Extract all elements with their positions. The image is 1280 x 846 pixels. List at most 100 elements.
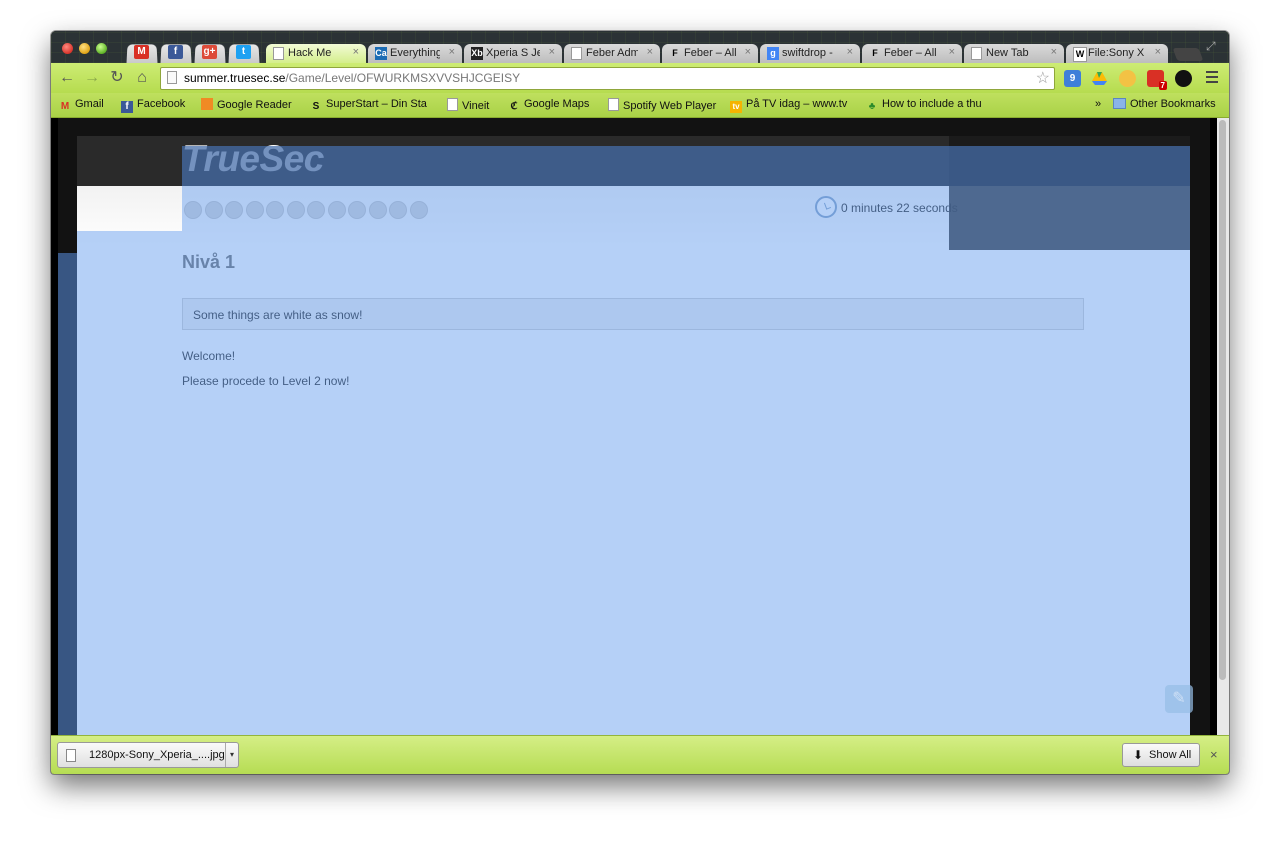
bookmark-google-reader[interactable]: Google Reader xyxy=(201,98,292,111)
close-tab-icon[interactable]: × xyxy=(647,46,653,58)
address-url: summer.truesec.se/Game/Level/OFWURKMSXVV… xyxy=(184,71,521,85)
close-downloads-bar-icon[interactable]: × xyxy=(1210,747,1218,762)
level-title: Nivå 1 xyxy=(182,252,236,272)
bookmark-how-to-include[interactable]: ♣ How to include a thu xyxy=(866,98,991,113)
bookmark-vineit[interactable]: Vineit xyxy=(447,98,489,112)
feber-icon: F xyxy=(672,48,678,58)
forward-icon[interactable]: → xyxy=(83,69,101,87)
vertical-scrollbar[interactable] xyxy=(1217,118,1229,735)
extension-face-icon[interactable] xyxy=(1119,70,1136,87)
level-progress-dot xyxy=(409,201,428,219)
tab-xperia[interactable]: Xb Xperia S Je × xyxy=(464,44,562,63)
maps-icon: ℭ xyxy=(510,101,518,112)
reload-icon[interactable]: ↻ xyxy=(108,69,126,87)
level-progress-dot xyxy=(245,201,264,219)
tab-file-sony[interactable]: W File:Sony X × xyxy=(1066,44,1168,63)
zoom-window-button[interactable] xyxy=(96,43,107,54)
rss-icon xyxy=(201,98,213,110)
tab-label: swiftdrop - xyxy=(782,47,833,59)
gmail-checker-icon[interactable]: 7 xyxy=(1147,70,1167,90)
go-now-link[interactable]: Go now! xyxy=(182,412,227,426)
clock-icon xyxy=(815,196,837,218)
address-bar[interactable]: summer.truesec.se/Game/Level/OFWURKMSXVV… xyxy=(160,67,1055,90)
close-tab-icon[interactable]: × xyxy=(949,46,955,58)
web-content: TrueSec 0 minutes 22 seconds Nivå 1 Some… xyxy=(51,118,1229,735)
image-file-icon xyxy=(66,749,76,762)
extension-silhouette-icon[interactable] xyxy=(1175,70,1192,87)
close-tab-icon[interactable]: × xyxy=(1155,46,1161,58)
download-menu-chevron-icon[interactable]: ▾ xyxy=(225,743,238,767)
scrollbar-thumb[interactable] xyxy=(1219,120,1226,680)
folder-icon xyxy=(1113,98,1126,109)
level-progress-dot xyxy=(368,201,387,219)
tab-label: Feber Adm xyxy=(586,47,638,59)
bookmark-facebook[interactable]: f Facebook xyxy=(121,98,185,113)
level-progress xyxy=(184,201,430,221)
wikipedia-icon: W xyxy=(1073,47,1087,62)
browser-window: M f g+ t Hack Me × Ca Everything × Xb Xp… xyxy=(51,31,1229,774)
close-tab-icon[interactable]: × xyxy=(1051,46,1057,58)
tv-icon: tv xyxy=(730,101,742,113)
facebook-icon: f xyxy=(121,101,133,113)
proceed-text: Please procede to Level 2 now! xyxy=(182,374,350,388)
download-item[interactable]: 1280px-Sony_Xperia_....jpg ▾ xyxy=(57,742,239,768)
tab-label: Hack Me xyxy=(288,47,332,59)
tab-feber-all[interactable]: F Feber – All × xyxy=(662,44,758,63)
page-icon xyxy=(273,47,284,60)
feedback-icon[interactable]: ✎ xyxy=(1165,685,1193,713)
level-progress-dot xyxy=(225,201,243,219)
level-progress-dot xyxy=(184,201,202,219)
close-tab-icon[interactable]: × xyxy=(549,46,555,58)
bookmarks-overflow-chevron[interactable]: » xyxy=(1095,98,1101,110)
level-progress-dot xyxy=(266,201,284,219)
tab-feber-all-2[interactable]: F Feber – All × xyxy=(862,44,962,63)
bookmark-other-bookmarks[interactable]: Other Bookmarks xyxy=(1113,98,1216,110)
close-tab-icon[interactable]: × xyxy=(353,46,359,58)
mail-badge: 7 xyxy=(1158,81,1167,90)
twitter-icon: t xyxy=(236,45,251,59)
google-plus-icon: g+ xyxy=(202,45,217,59)
timer-text: 0 minutes 22 seconds xyxy=(841,201,958,215)
new-tab-button[interactable] xyxy=(1172,48,1204,61)
page-icon xyxy=(167,71,177,84)
fullscreen-icon[interactable]: ⤢ xyxy=(1206,39,1216,54)
tab-new-tab[interactable]: New Tab × xyxy=(964,44,1064,63)
close-tab-icon[interactable]: × xyxy=(745,46,751,58)
downloads-bar: 1280px-Sony_Xperia_....jpg ▾ ⬇ Show All … xyxy=(51,735,1229,774)
bookmarks-bar: M Gmail f Facebook Google Reader S SuperSta… xyxy=(51,93,1229,118)
bookmark-star-icon[interactable]: ☆ xyxy=(1036,68,1050,88)
extension-calendar-icon[interactable]: 9 xyxy=(1064,70,1081,87)
download-arrow-icon: ⬇ xyxy=(1133,748,1144,762)
back-icon[interactable]: ← xyxy=(58,69,76,87)
close-tab-icon[interactable]: × xyxy=(847,46,853,58)
tab-swiftdrop[interactable]: g swiftdrop - × xyxy=(760,44,860,63)
home-icon[interactable]: ⌂ xyxy=(133,69,151,87)
page-icon xyxy=(971,47,982,60)
tab-everything[interactable]: Ca Everything × xyxy=(368,44,462,63)
download-filename: 1280px-Sony_Xperia_....jpg xyxy=(89,749,225,761)
google-drive-icon[interactable] xyxy=(1091,70,1108,87)
minimize-window-button[interactable] xyxy=(79,43,90,54)
close-window-button[interactable] xyxy=(62,43,73,54)
bookmark-superstart[interactable]: S SuperStart – Din Sta xyxy=(310,98,430,113)
close-tab-icon[interactable]: × xyxy=(449,46,455,58)
facebook-icon: f xyxy=(168,45,183,59)
tab-feber-admin[interactable]: Feber Adm × xyxy=(564,44,660,63)
bookmark-spotify[interactable]: Spotify Web Player xyxy=(608,98,716,112)
tab-hack-me[interactable]: Hack Me × xyxy=(266,44,366,63)
menu-icon[interactable] xyxy=(1206,71,1218,85)
truesec-logo: TrueSec xyxy=(182,138,324,179)
bookmark-google-maps[interactable]: ℭ Google Maps xyxy=(508,98,589,113)
xb-icon: Xb xyxy=(471,47,483,60)
show-all-downloads-button[interactable]: ⬇ Show All xyxy=(1122,743,1200,767)
level-progress-dot xyxy=(307,201,325,219)
bookmark-pa-tv-idag[interactable]: tv På TV idag – www.tv xyxy=(730,98,854,113)
ca-icon: Ca xyxy=(375,47,387,60)
hint-box: Some things are white as snow! xyxy=(182,298,1084,330)
gmail-icon: M xyxy=(134,45,149,59)
gmail-icon: M xyxy=(60,101,70,112)
level-progress-dot xyxy=(286,201,305,219)
superstart-icon: S xyxy=(312,101,320,112)
tab-strip: M f g+ t Hack Me × Ca Everything × Xb Xp… xyxy=(51,31,1229,64)
bookmark-gmail[interactable]: M Gmail xyxy=(59,98,104,113)
